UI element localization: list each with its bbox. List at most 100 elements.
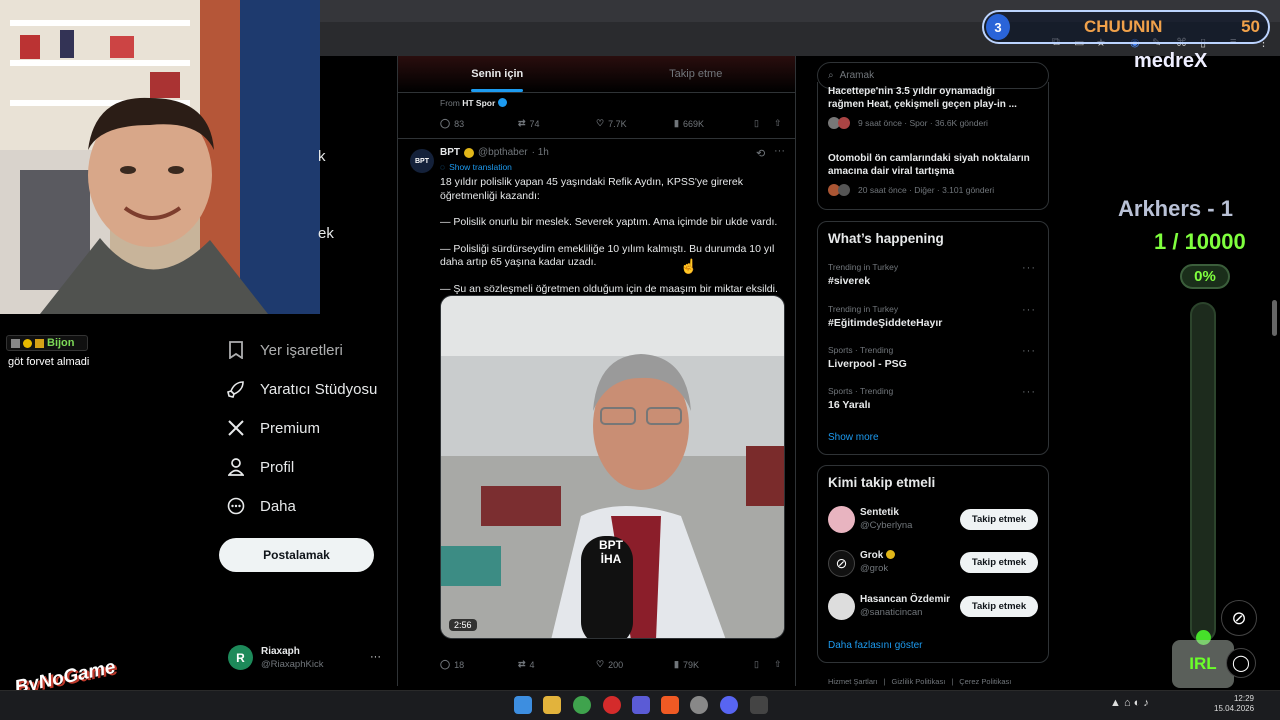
trend-meta: Trending in Turkey [828,304,899,314]
clock-time: 12:29 [1233,694,1254,703]
news-meta: 9 saat önce · Spor · 36.6K gönderi [858,118,988,128]
footer-links: Hizmet Şartları | Gizlilik Politikası | Çe… [828,677,1011,686]
trend-more-icon[interactable]: ··· [1022,262,1036,274]
share-button[interactable]: ⇧ [774,659,782,670]
start-icon[interactable] [514,696,532,714]
rocket-icon [226,379,246,399]
trend-item[interactable]: Trending in Turkey #siverek [828,262,1038,287]
share-button[interactable]: ⇧ [774,118,782,129]
views-button[interactable]: ▮ 79K [674,659,754,670]
reply-count: 18 [454,659,465,670]
chat-username: Bijon [47,337,75,349]
avatar[interactable] [828,506,855,533]
tweet-time[interactable]: · 1h [532,147,549,158]
brave-icon[interactable] [661,696,679,714]
follow-button[interactable]: Takip etmek [960,552,1038,573]
heart-icon: ♡ [596,659,605,669]
account-handle: @RiaxaphKick [261,658,324,670]
level-badge: 3 [986,14,1010,40]
follow-button[interactable]: Takip etmek [960,596,1038,617]
news-title[interactable]: Otomobil ön camlarındaki siyah noktaları… [828,152,1043,178]
grok-logo-icon[interactable]: ⊘ [828,550,855,577]
retweet-button[interactable]: ⇄ 4 [518,659,596,670]
bookmark-button[interactable]: ▯ [754,659,774,670]
post-button[interactable]: Postalamak [219,538,374,572]
nav-item-profile[interactable]: Profil [226,457,294,477]
footer-link[interactable]: Gizlilik Politikası [892,677,946,686]
tweet-previous[interactable]: From HT Spor ◯ 83 ⇄ 74 ♡ 7.7K ▮ 669K ▯ ⇧ [398,93,795,139]
video-watermark: BPT İHA [599,538,623,566]
messages-fab-icon[interactable]: ◯ [1226,648,1256,678]
trend-item[interactable]: Sports · Trending 16 Yaralı [828,386,1038,411]
grok-icon[interactable]: ⟲ [756,147,765,160]
news-card: Hacettepe'nin 3.5 yıldır oynamadığı rağm… [817,82,1049,210]
tweet-bpt[interactable]: BPT BPT @bpthaber · 1h ⟲ ··· ◌ Show trans… [398,139,795,686]
like-count: 7.7K [608,118,627,129]
opera-icon[interactable] [603,696,621,714]
app-icon[interactable] [750,696,768,714]
trend-more-icon[interactable]: ··· [1022,386,1036,398]
nav-item-creator-studio[interactable]: Yaratıcı Stüdyosu [226,379,377,399]
account-more-icon[interactable]: ··· [370,651,381,663]
trend-item[interactable]: Trending in Turkey #EğitimdeŞiddeteHayır [828,304,1038,329]
footer-link[interactable]: Çerez Politikası [959,677,1011,686]
avatar [838,117,850,129]
view-count: 669K [682,118,704,129]
trend-meta: Trending in Turkey [828,262,899,272]
like-button[interactable]: ♡ 7.7K [596,118,674,129]
goal-progress-bar [1190,302,1216,642]
suggested-account[interactable]: Grok @grok [860,550,896,574]
show-more-link[interactable]: Daha fazlasını göster [828,640,923,651]
account-name: Grok [860,550,884,561]
trend-item[interactable]: Sports · Trending Liverpool - PSG [828,345,1038,370]
discord-icon[interactable] [720,696,738,714]
avatar[interactable]: BPT [410,149,434,173]
nav-item-premium[interactable]: Premium [226,418,320,438]
retweet-button[interactable]: ⇄ 74 [518,118,596,129]
nav-item-bookmarks[interactable]: Yer işaretleri [226,340,343,360]
suggested-account[interactable]: Hasancan Özdemir @sanaticincan [860,594,950,618]
nav-item-more[interactable]: Daha [226,496,296,516]
news-meta-row: 20 saat önce · Diğer · 3.101 gönderi [828,184,994,196]
nav-label: Profil [260,458,295,476]
views-button[interactable]: ▮ 669K [674,118,754,129]
avatar [838,184,850,196]
tray-icons[interactable]: ▲ ⌂ ◐ ♪ [1110,697,1149,709]
subscriber-badge-icon [23,338,32,348]
tab-following[interactable]: Takip etme [597,56,796,92]
reply-count: 83 [454,118,465,129]
trend-meta: Sports · Trending [828,345,894,355]
account-handle: @grok [860,563,889,574]
app-icon[interactable] [632,696,650,714]
news-meta-row: 9 saat önce · Spor · 36.6K gönderi [828,117,988,129]
clock[interactable]: 12:29 15.04.2026 [1214,694,1254,714]
author-name[interactable]: BPT [440,147,460,158]
bookmark-button[interactable]: ▯ [754,118,774,129]
verified-gold-icon [464,147,474,158]
suggested-account[interactable]: Sentetik @Cyberlyna [860,507,912,531]
translate-link[interactable]: ◌ Show translation [440,162,512,172]
trend-more-icon[interactable]: ··· [1022,345,1036,357]
chatgpt-icon[interactable] [690,696,708,714]
account-switcher[interactable]: R Riaxaph @RiaxaphKick [228,645,323,670]
reply-button[interactable]: ◯ 18 [440,659,518,670]
footer-link[interactable]: Hizmet Şartları [828,677,878,686]
views-icon: ▮ [674,659,679,669]
show-more-link[interactable]: Show more [828,432,879,443]
reply-button[interactable]: ◯ 83 [440,118,518,129]
scrollbar-thumb[interactable] [1272,300,1277,336]
from-name[interactable]: HT Spor [462,98,495,108]
grok-fab-icon[interactable]: ⊘ [1221,600,1257,636]
avatar[interactable] [828,593,855,620]
follow-button[interactable]: Takip etmek [960,509,1038,530]
like-button[interactable]: ♡ 200 [596,659,674,670]
chrome-icon[interactable] [573,696,591,714]
tweet-video[interactable]: BPT İHA 2:56 [440,295,785,639]
file-explorer-icon[interactable] [543,696,561,714]
news-title[interactable]: Hacettepe'nin 3.5 yıldır oynamadığı rağm… [828,85,1028,113]
trend-more-icon[interactable]: ··· [1022,304,1036,316]
author-handle[interactable]: @bpthaber [478,147,528,158]
tab-for-you[interactable]: Senin için [398,56,597,92]
nav-label: Yaratıcı Stüdyosu [260,380,378,398]
more-icon[interactable]: ··· [774,145,785,157]
